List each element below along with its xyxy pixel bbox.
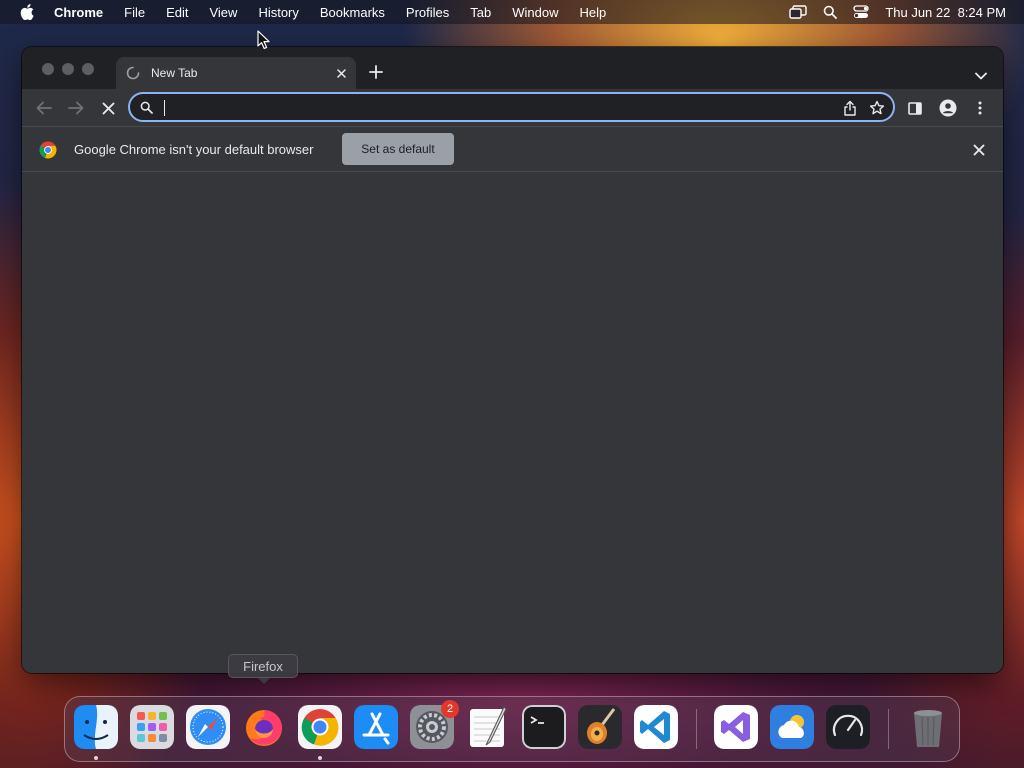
apple-menu-icon[interactable] [18, 3, 36, 21]
mouse-cursor-icon [257, 30, 271, 50]
menu-bar: Chrome File Edit View History Bookmarks … [0, 0, 1024, 24]
browser-toolbar [22, 89, 1003, 126]
zoom-window-button[interactable] [82, 63, 94, 75]
loading-spinner-icon [126, 66, 140, 80]
chrome-logo-icon [39, 141, 57, 159]
menu-bookmarks[interactable]: Bookmarks [320, 5, 385, 20]
profile-avatar-icon[interactable] [939, 99, 957, 117]
dock-safari-icon[interactable] [186, 705, 230, 749]
dock-visual-studio-icon[interactable] [714, 705, 758, 749]
close-tab-icon[interactable] [334, 66, 348, 80]
tab-search-chevron-icon[interactable] [975, 67, 987, 80]
dock-textedit-icon[interactable] [466, 705, 510, 749]
menu-help[interactable]: Help [580, 5, 607, 20]
menu-profiles[interactable]: Profiles [406, 5, 449, 20]
menu-tab[interactable]: Tab [470, 5, 491, 20]
dock-separator [696, 709, 697, 749]
dock-vscode-icon[interactable] [634, 705, 678, 749]
tab-new-tab[interactable]: New Tab [116, 57, 356, 89]
bookmark-star-icon[interactable] [869, 100, 885, 116]
dock-tooltip: Firefox [228, 654, 298, 684]
stop-loading-icon[interactable] [99, 99, 117, 117]
set-as-default-button[interactable]: Set as default [342, 133, 454, 165]
tab-strip: New Tab [22, 47, 1003, 89]
menu-window[interactable]: Window [512, 5, 558, 20]
page-content-area[interactable] [22, 172, 1003, 673]
dock-app-store-icon[interactable] [354, 705, 398, 749]
dock-running-indicator [318, 756, 322, 760]
menu-app-name[interactable]: Chrome [54, 5, 103, 20]
dock-finder-icon[interactable] [74, 705, 118, 749]
dock-firefox-icon[interactable] [242, 705, 286, 749]
minimize-window-button[interactable] [62, 63, 74, 75]
dock: 2 [64, 696, 960, 762]
dock-garageband-icon[interactable] [578, 705, 622, 749]
dock-terminal-icon[interactable] [522, 705, 566, 749]
new-tab-button[interactable] [368, 64, 384, 80]
dock-weather-icon[interactable] [770, 705, 814, 749]
dock-launchpad-icon[interactable] [130, 705, 174, 749]
dock-activity-monitor-icon[interactable] [826, 705, 870, 749]
default-browser-infobar: Google Chrome isn't your default browser… [22, 126, 1003, 172]
close-window-button[interactable] [42, 63, 54, 75]
menu-bar-status-area: Thu Jun 22 8:24 PM [789, 0, 1006, 24]
spotlight-search-icon[interactable] [823, 5, 838, 19]
screen-mirroring-icon[interactable] [789, 5, 808, 19]
infobar-message: Google Chrome isn't your default browser [74, 142, 314, 157]
dock-running-indicator [94, 756, 98, 760]
back-arrow-icon[interactable] [35, 99, 53, 117]
menu-edit[interactable]: Edit [166, 5, 188, 20]
address-bar[interactable] [129, 93, 894, 121]
menu-file[interactable]: File [124, 5, 145, 20]
menu-view[interactable]: View [209, 5, 237, 20]
side-panel-icon[interactable] [906, 99, 924, 117]
notification-badge: 2 [441, 700, 459, 718]
text-caret [164, 100, 165, 116]
search-icon [140, 101, 153, 114]
menu-history[interactable]: History [258, 5, 298, 20]
dock-separator [888, 709, 889, 749]
forward-arrow-icon[interactable] [67, 99, 85, 117]
more-menu-icon[interactable] [971, 99, 989, 117]
chrome-window: New Tab Google Chrome isn't your default… [22, 47, 1003, 673]
control-center-icon[interactable] [853, 5, 869, 19]
dock-chrome-icon[interactable] [298, 705, 342, 749]
menu-bar-clock[interactable]: Thu Jun 22 8:24 PM [885, 5, 1006, 20]
tab-title: New Tab [151, 66, 198, 80]
dock-trash-icon[interactable] [906, 705, 950, 749]
close-infobar-icon[interactable] [973, 143, 985, 156]
share-icon[interactable] [843, 100, 857, 116]
